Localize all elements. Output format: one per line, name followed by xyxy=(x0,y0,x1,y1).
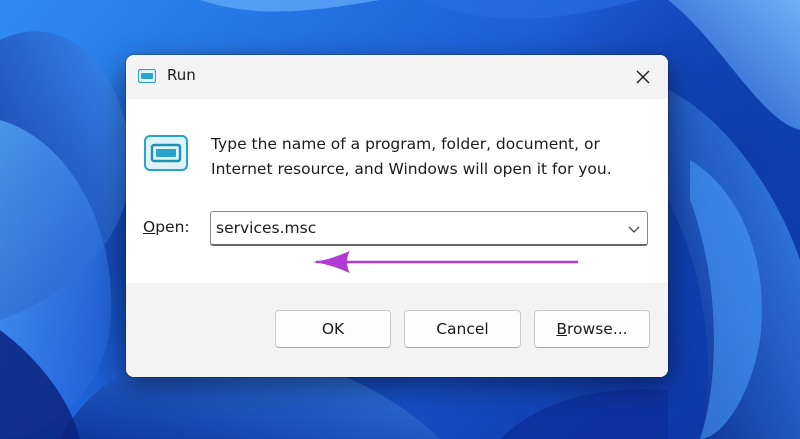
run-icon xyxy=(144,135,188,171)
run-dialog: Run Type the name of a program, folder, … xyxy=(126,55,668,377)
dialog-description: Type the name of a program, folder, docu… xyxy=(211,132,651,182)
close-icon xyxy=(636,70,650,84)
cancel-button[interactable]: Cancel xyxy=(404,310,521,348)
description-line-1: Type the name of a program, folder, docu… xyxy=(211,135,600,153)
open-label: Open: xyxy=(143,218,190,236)
title-bar: Run xyxy=(126,55,668,99)
ok-button-label: OK xyxy=(321,320,345,338)
open-label-text: pen: xyxy=(155,218,190,236)
ok-button[interactable]: OK xyxy=(275,310,391,348)
browse-access-key: B xyxy=(556,320,568,338)
close-button[interactable] xyxy=(626,63,660,91)
chevron-down-icon[interactable] xyxy=(627,222,641,236)
open-label-access-key: O xyxy=(143,218,156,236)
browse-button[interactable]: Browse... xyxy=(534,310,650,348)
dialog-title: Run xyxy=(167,66,196,84)
dialog-footer: OK Cancel Browse... xyxy=(126,283,668,377)
open-input-value[interactable]: services.msc xyxy=(216,219,316,237)
open-combobox[interactable]: services.msc xyxy=(210,211,648,246)
cancel-button-label: Cancel xyxy=(436,320,489,338)
description-line-2: Internet resource, and Windows will open… xyxy=(211,160,612,178)
browse-button-label: rowse... xyxy=(567,320,628,338)
arrow-left-icon xyxy=(312,251,578,273)
run-icon xyxy=(138,69,156,83)
dialog-content: Type the name of a program, folder, docu… xyxy=(126,99,668,283)
